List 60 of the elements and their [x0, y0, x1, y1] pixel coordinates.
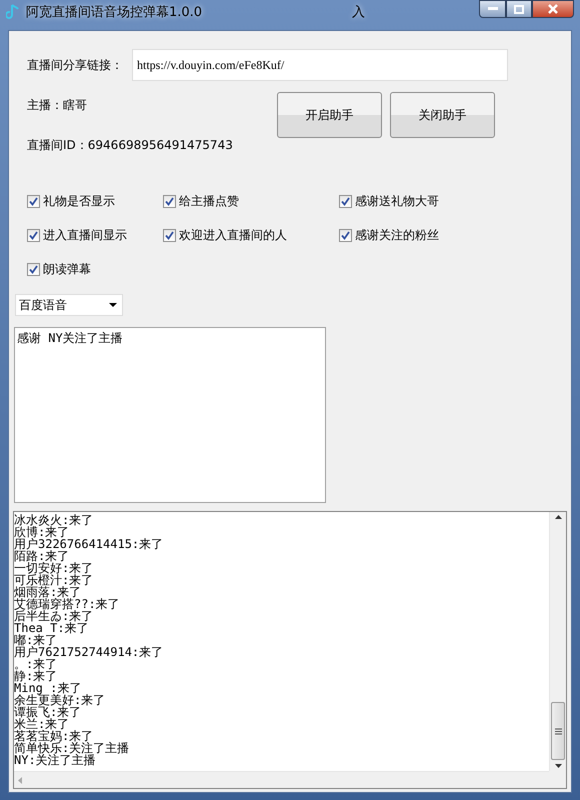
checkbox[interactable]: [27, 262, 40, 276]
start-button[interactable]: 开启助手: [277, 92, 382, 138]
log-line: 陌路:来了: [14, 549, 70, 563]
stop-button[interactable]: 关闭助手: [390, 92, 495, 138]
scrollbar-thumb[interactable]: [551, 702, 565, 760]
log-line: 冰水炎火:来了: [14, 513, 94, 527]
checkbox-label[interactable]: 欢迎进入直播间的人: [179, 226, 287, 244]
log-line: 烟雨落:来了: [14, 585, 82, 599]
log-line: 可乐橙汁:来了: [14, 573, 94, 587]
checkbox[interactable]: [27, 194, 40, 208]
window-title: 入: [352, 4, 366, 22]
checkbox-label[interactable]: 感谢送礼物大哥: [355, 192, 439, 210]
log-line: 静:来了: [14, 669, 58, 683]
log-line: 用户7621752744914:来了: [14, 645, 164, 659]
log-line: 谭振飞:来了: [14, 705, 82, 719]
checkbox-label[interactable]: 朗读弹幕: [43, 260, 91, 278]
dropdown-value: 百度语音: [19, 297, 67, 314]
share-link-label: 直播间分享链接：: [27, 57, 124, 74]
caret-icon: [109, 303, 117, 307]
log-line: 嘟:来了: [14, 633, 58, 647]
speech-text: 感谢 NY关注了主播: [17, 331, 123, 345]
log-line: NY:关注了主播: [14, 753, 96, 767]
log-text-area[interactable]: 冰水炎火:来了 欣博:来了 用户3226766414415:来了 陌路:来了 一切安好:来了 可乐橙汁:来了 烟雨落:来了 艾德瑞穿搭??:来了 后半生ゐ:来了 Thea T:来了 嘟:来了 用户7621752744914:来了 。:来了 静:来了 Ming :来了 余生更美好:来了 谭振飞:来了 米兰:来了 茗茗宝妈:来了 简单快乐:关注了主播 NY:关注了主播: [13, 511, 567, 789]
checkbox[interactable]: [339, 194, 352, 208]
log-line: 茗茗宝妈:来了: [14, 729, 94, 743]
scroll-up-icon[interactable]: [554, 515, 562, 519]
minimize-icon: [488, 7, 498, 11]
window-title: 阿宽直播间语音场控弹幕1.0.0: [26, 4, 202, 22]
log-line: 米兰:来了: [14, 717, 70, 731]
room-id-text: 直播间ID：6946698956491475743: [27, 137, 233, 154]
checkbox-label[interactable]: 进入直播间显示: [43, 226, 127, 244]
log-line: 余生更美好:来了: [14, 693, 106, 707]
host-name-text: 主播：瞎哥: [27, 97, 87, 114]
minimize-button[interactable]: [479, 0, 506, 18]
log-line: 后半生ゐ:来了: [14, 609, 94, 623]
maximize-button[interactable]: [506, 0, 532, 18]
voice-dropdown[interactable]: 百度语音: [15, 294, 123, 316]
log-line: 用户3226766414415:来了: [14, 537, 164, 551]
checkbox-label[interactable]: 给主播点赞: [179, 192, 239, 210]
close-button[interactable]: [532, 0, 574, 18]
log-line: 。:来了: [14, 657, 58, 671]
checkbox-label[interactable]: 感谢关注的粉丝: [355, 226, 439, 244]
log-line: Thea T:来了: [14, 621, 89, 635]
vertical-scrollbar[interactable]: [549, 512, 566, 771]
app-icon: [6, 4, 20, 20]
checkbox-label[interactable]: 礼物是否显示: [43, 192, 115, 210]
log-line: 简单快乐:关注了主播: [14, 741, 130, 755]
checkbox[interactable]: [163, 228, 176, 242]
checkbox[interactable]: [163, 194, 176, 208]
log-line: 欣博:来了: [14, 525, 70, 539]
maximize-icon: [514, 4, 524, 14]
checkbox[interactable]: [27, 228, 40, 242]
scroll-down-icon[interactable]: [554, 764, 562, 768]
log-line: 一切安好:来了: [14, 561, 94, 575]
log-line: 艾德瑞穿搭??:来了: [14, 597, 120, 611]
share-link-field[interactable]: https://v.douyin.com/eFe8Kuf/: [132, 49, 508, 81]
checkbox[interactable]: [339, 228, 352, 242]
speech-text-area[interactable]: 感谢 NY关注了主播: [14, 327, 326, 503]
log-line: Ming :来了: [14, 681, 82, 695]
close-icon: [548, 4, 558, 14]
